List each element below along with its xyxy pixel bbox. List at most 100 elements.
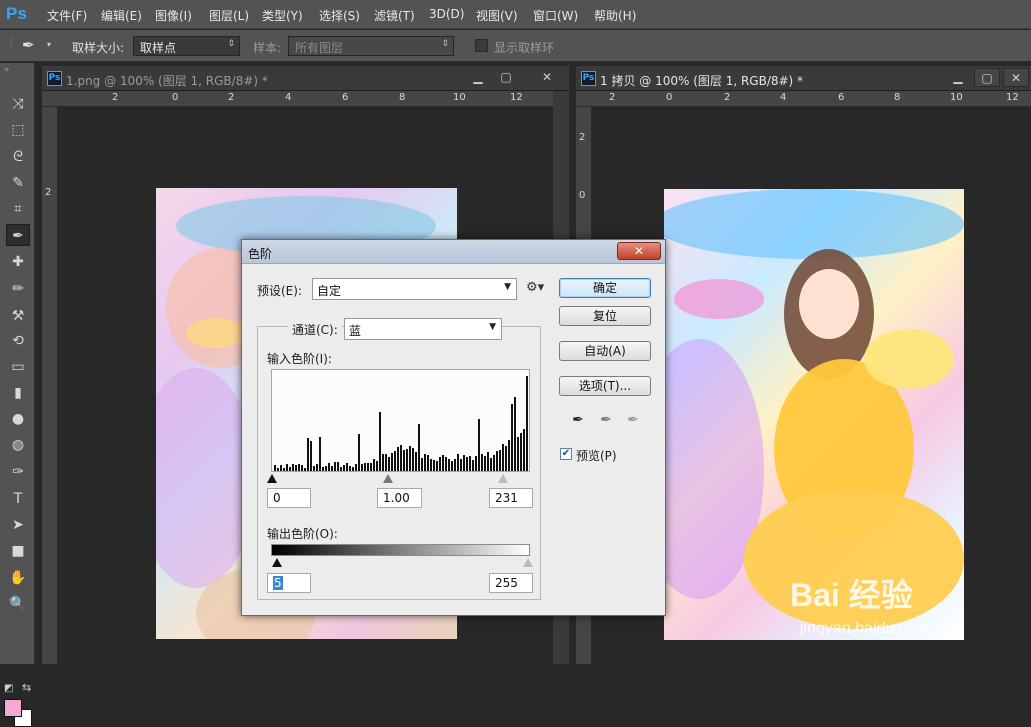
histogram-bar xyxy=(355,464,357,471)
move-tool[interactable]: ⤨ xyxy=(6,93,30,115)
menu-help[interactable]: 帮助(H) xyxy=(594,7,636,24)
menu-view[interactable]: 视图(V) xyxy=(476,7,518,24)
hand-tool[interactable]: ✋ xyxy=(6,567,30,589)
histogram-bar xyxy=(385,454,387,471)
input-levels-label: 输入色阶(I): xyxy=(267,352,332,366)
horizontal-ruler: 2 0 2 4 6 8 10 12 xyxy=(42,91,553,107)
input-black-slider[interactable] xyxy=(267,474,277,483)
preset-label: 预设(E): xyxy=(257,284,302,298)
path-select-tool[interactable]: ➤ xyxy=(6,514,30,536)
eyedropper-tool[interactable]: ✒ xyxy=(6,224,30,246)
histogram-bar xyxy=(496,450,498,471)
close-icon[interactable]: ✕ xyxy=(1003,68,1029,87)
menu-file[interactable]: 文件(F) xyxy=(47,7,87,24)
dodge-tool[interactable]: ◍ xyxy=(6,434,30,456)
crop-tool[interactable]: ⌗ xyxy=(6,198,30,220)
rectangle-tool[interactable]: ■ xyxy=(6,540,30,562)
histogram-bar xyxy=(352,467,354,471)
ok-button[interactable]: 确定 xyxy=(559,278,651,298)
histogram-bar xyxy=(487,451,489,471)
input-gamma-field[interactable]: 1.00 xyxy=(377,488,422,508)
menu-type[interactable]: 类型(Y) xyxy=(262,7,303,24)
marquee-tool[interactable]: ⬚ xyxy=(6,119,30,141)
input-black-field[interactable]: 0 xyxy=(267,488,311,508)
preview-label: 预览(P) xyxy=(576,449,617,463)
maximize-icon[interactable]: ▢ xyxy=(493,68,519,87)
brush-tool[interactable]: ✏ xyxy=(6,278,30,300)
swap-colors-icon[interactable]: ⇆ xyxy=(22,681,31,694)
histogram-bar xyxy=(463,455,465,471)
clone-stamp-tool[interactable]: ⚒ xyxy=(6,305,30,327)
lasso-tool[interactable]: ᘓ xyxy=(6,146,30,168)
histogram-bar xyxy=(421,458,423,471)
eyedropper-preset-icon[interactable]: ✒ xyxy=(22,36,35,54)
histogram-bar xyxy=(325,466,327,471)
type-tool[interactable]: T xyxy=(6,488,30,510)
pen-tool[interactable]: ✑ xyxy=(6,461,30,483)
white-eyedropper-icon[interactable]: ✒ xyxy=(625,412,641,430)
preset-options-gear-icon[interactable]: ⚙▾ xyxy=(526,280,544,295)
reset-button[interactable]: 复位 xyxy=(559,306,651,326)
photoshop-logo[interactable]: Ps xyxy=(6,4,32,24)
histogram-bar xyxy=(472,459,474,471)
histogram-bar xyxy=(508,439,510,471)
input-gamma-slider[interactable] xyxy=(383,474,393,483)
document-tab-2[interactable]: Ps 1 拷贝 @ 100% (图层 1, RGB/8#) * ▁ ▢ ✕ xyxy=(576,66,1031,91)
gradient-tool[interactable]: ▮ xyxy=(6,382,30,404)
histogram-bar xyxy=(493,455,495,471)
histogram-bar xyxy=(292,463,294,471)
histogram-bar xyxy=(436,460,438,471)
histogram-bar xyxy=(328,462,330,471)
histogram-bar xyxy=(334,461,336,471)
eraser-tool[interactable]: ▭ xyxy=(6,356,30,378)
collapse-icon[interactable]: » xyxy=(4,65,10,75)
menu-3d[interactable]: 3D(D) xyxy=(429,7,464,21)
menu-window[interactable]: 窗口(W) xyxy=(533,7,578,24)
maximize-icon[interactable]: ▢ xyxy=(974,68,1000,87)
zoom-tool[interactable]: 🔍 xyxy=(6,593,30,615)
histogram-bar xyxy=(466,456,468,471)
input-white-slider[interactable] xyxy=(498,474,508,483)
menu-layer[interactable]: 图层(L) xyxy=(209,7,249,24)
channel-select[interactable]: 蓝 ▼ xyxy=(344,318,502,340)
document-tab-1[interactable]: Ps 1.png @ 100% (图层 1, RGB/8#) * ▁ ▢ ✕ xyxy=(42,66,569,91)
blur-tool[interactable]: ● xyxy=(6,408,30,430)
menu-select[interactable]: 选择(S) xyxy=(319,7,360,24)
sample-select[interactable]: 所有图层 ⇕ xyxy=(288,36,454,56)
output-white-field[interactable]: 255 xyxy=(489,573,533,593)
preset-select[interactable]: 自定 ▼ xyxy=(312,278,517,300)
default-colors-icon[interactable]: ◩ xyxy=(4,683,13,694)
dialog-title: 色阶 xyxy=(248,247,273,261)
gray-eyedropper-icon[interactable]: ✒ xyxy=(598,412,614,430)
close-icon[interactable]: ✕ xyxy=(534,68,560,87)
histogram-bar xyxy=(346,463,348,471)
black-eyedropper-icon[interactable]: ✒ xyxy=(570,412,586,430)
sample-size-select[interactable]: 取样点 ⇕ xyxy=(133,36,240,56)
menu-image[interactable]: 图像(I) xyxy=(155,7,192,24)
show-sampling-ring-checkbox[interactable] xyxy=(475,39,488,52)
preview-checkbox[interactable]: ✔ xyxy=(560,448,572,460)
dialog-titlebar[interactable]: 色阶 ✕ xyxy=(242,240,665,264)
foreground-color-swatch[interactable] xyxy=(4,699,22,717)
histogram-bar xyxy=(289,466,291,471)
history-brush-tool[interactable]: ⟲ xyxy=(6,330,30,352)
quick-select-tool[interactable]: ✎ xyxy=(6,172,30,194)
minimize-icon[interactable]: ▁ xyxy=(945,68,971,87)
healing-brush-tool[interactable]: ✚ xyxy=(6,251,30,273)
input-white-field[interactable]: 231 xyxy=(489,488,533,508)
output-black-field[interactable]: 5 xyxy=(267,573,311,593)
menu-filter[interactable]: 滤镜(T) xyxy=(374,7,415,24)
options-button[interactable]: 选项(T)... xyxy=(559,376,651,396)
histogram-bar xyxy=(277,468,279,471)
histogram-bar xyxy=(307,438,309,471)
close-button[interactable]: ✕ xyxy=(617,242,661,260)
auto-button[interactable]: 自动(A) xyxy=(559,341,651,361)
histogram-bar xyxy=(520,432,522,471)
output-white-slider[interactable] xyxy=(523,558,533,567)
histogram-bar xyxy=(403,449,405,471)
menu-edit[interactable]: 编辑(E) xyxy=(101,7,142,24)
minimize-icon[interactable]: ▁ xyxy=(465,68,491,87)
chevron-down-icon[interactable]: ▾ xyxy=(47,40,51,49)
output-black-slider[interactable] xyxy=(272,558,282,567)
updown-arrow-icon: ⇕ xyxy=(441,39,449,49)
